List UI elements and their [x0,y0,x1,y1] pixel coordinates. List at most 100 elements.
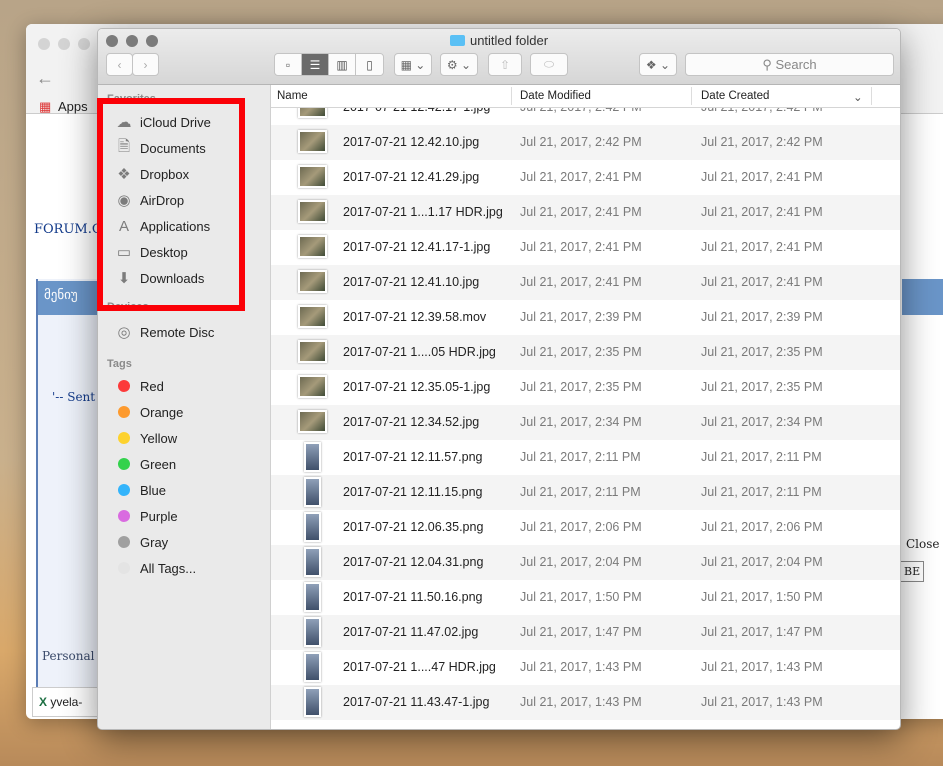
file-date-created: Jul 21, 2017, 2:11 PM [701,485,822,499]
back-button[interactable]: ‹ [106,53,133,76]
forward-button[interactable]: › [132,53,159,76]
tag-color-dot-icon [114,455,134,473]
file-row[interactable]: 2017-07-21 12.41.29.jpg Jul 21, 2017, 2:4… [271,160,900,195]
file-thumbnail-icon [304,582,321,612]
file-date-modified: Jul 21, 2017, 2:04 PM [520,555,642,569]
coverflow-view-button[interactable]: ▯ [356,54,383,75]
browser-zoom-button[interactable] [78,38,90,50]
sidebar-tag-red[interactable]: Red [114,376,164,396]
file-name: 2017-07-21 1....47 HDR.jpg [343,660,496,674]
file-date-modified: Jul 21, 2017, 2:42 PM [520,135,642,149]
bookmark-apps[interactable]: Apps [58,99,88,114]
file-row[interactable]: 2017-07-21 12.42.10.jpg Jul 21, 2017, 2:4… [271,125,900,160]
file-date-modified: Jul 21, 2017, 2:41 PM [520,205,642,219]
download-item[interactable]: X yvela- [32,687,102,717]
tag-color-dot-icon [114,507,134,525]
column-date-created[interactable]: Date Created [701,90,769,102]
column-divider[interactable] [511,87,512,105]
edit-tags-button[interactable]: ⬭ [530,53,568,76]
file-date-created: Jul 21, 2017, 2:41 PM [701,275,823,289]
action-gear-button[interactable]: ⚙ ⌄ [440,53,478,76]
tag-color-dot-icon [114,533,134,551]
file-date-modified: Jul 21, 2017, 2:11 PM [520,485,641,499]
file-thumbnail-icon [298,130,327,153]
back-arrow-icon[interactable]: ← [36,68,54,89]
file-thumbnail-icon [298,375,327,398]
browser-close-button[interactable] [38,38,50,50]
tags-header: Tags [107,358,132,370]
sidebar-item-remote-disc[interactable]: ◎ Remote Disc [114,322,214,342]
file-row[interactable]: 2017-07-21 12.41.17-1.jpg Jul 21, 2017, 2… [271,230,900,265]
file-name: 2017-07-21 12.41.10.jpg [343,275,480,289]
title-bar: untitled folder ‹ › ▫ ☰ ▥ ▯ ▦ ⌄ ⚙ ⌄ ⇧ ⬭ … [98,29,900,85]
column-date-modified[interactable]: Date Modified [520,90,591,102]
list-view-button[interactable]: ☰ [302,54,329,75]
column-divider[interactable] [871,87,872,105]
file-date-modified: Jul 21, 2017, 2:41 PM [520,240,642,254]
sidebar-tag-purple[interactable]: Purple [114,506,178,526]
be-button[interactable]: BE [900,561,925,582]
file-date-modified: Jul 21, 2017, 1:43 PM [520,660,642,674]
file-thumbnail-icon [304,477,321,507]
file-row[interactable]: 2017-07-21 12.42.17-1.jpg Jul 21, 2017, 2… [271,108,900,125]
sidebar-item-label: All Tags... [140,560,197,576]
file-row[interactable]: 2017-07-21 11.50.16.png Jul 21, 2017, 1:5… [271,580,900,615]
icon-view-button[interactable]: ▫ [275,54,302,75]
sidebar-tag-blue[interactable]: Blue [114,480,166,500]
sort-chevron-icon[interactable]: ⌄ [853,90,863,104]
search-field[interactable]: ⚲ Search [685,53,894,76]
column-divider[interactable] [691,87,692,105]
tag-color-dot-icon [114,481,134,499]
file-thumbnail-icon [298,108,327,118]
tag-color-dot-icon [114,559,134,577]
share-button[interactable]: ⇧ [488,53,522,76]
file-row[interactable]: 2017-07-21 12.41.10.jpg Jul 21, 2017, 2:4… [271,265,900,300]
file-row[interactable]: 2017-07-21 1...1.17 HDR.jpg Jul 21, 2017,… [271,195,900,230]
file-row[interactable]: 2017-07-21 11.47.02.jpg Jul 21, 2017, 1:4… [271,615,900,650]
file-date-modified: Jul 21, 2017, 2:39 PM [520,310,642,324]
forum-link[interactable]: FORUM.G [34,222,102,237]
sidebar-item-label: Yellow [140,430,178,446]
close-link[interactable]: Close a [906,537,943,551]
file-row[interactable]: 2017-07-21 12.04.31.png Jul 21, 2017, 2:0… [271,545,900,580]
file-row[interactable]: 2017-07-21 12.35.05-1.jpg Jul 21, 2017, 2… [271,370,900,405]
file-date-modified: Jul 21, 2017, 2:06 PM [520,520,642,534]
file-row[interactable]: 2017-07-21 12.11.57.png Jul 21, 2017, 2:1… [271,440,900,475]
sent-item[interactable]: '-- Sent [52,390,95,404]
file-row[interactable]: 2017-07-21 12.11.15.png Jul 21, 2017, 2:1… [271,475,900,510]
file-date-modified: Jul 21, 2017, 2:34 PM [520,415,642,429]
excel-icon: X [39,695,51,709]
sidebar-tag-orange[interactable]: Orange [114,402,183,422]
favorites-highlight-box [97,98,245,311]
sidebar-tag-yellow[interactable]: Yellow [114,428,177,448]
file-name: 2017-07-21 12.35.05-1.jpg [343,380,491,394]
disc-icon: ◎ [117,324,131,341]
browser-minimize-button[interactable] [58,38,70,50]
sidebar-item-label: Remote Disc [140,324,215,340]
file-name: 2017-07-21 12.34.52.jpg [343,415,480,429]
file-thumbnail-icon [298,410,327,433]
file-row[interactable]: 2017-07-21 11.43.47-1.jpg Jul 21, 2017, 1… [271,685,900,720]
file-row[interactable]: 2017-07-21 12.34.52.jpg Jul 21, 2017, 2:3… [271,405,900,440]
menu-bar-right [902,279,943,315]
sidebar-tag-alltags[interactable]: All Tags... [114,558,196,578]
file-row[interactable]: 2017-07-21 12.39.58.mov Jul 21, 2017, 2:3… [271,300,900,335]
file-row[interactable]: 2017-07-21 1....05 HDR.jpg Jul 21, 2017, … [271,335,900,370]
column-name[interactable]: Name [277,90,308,102]
file-thumbnail-icon [298,235,327,258]
file-date-modified: Jul 21, 2017, 1:50 PM [520,590,642,604]
dropbox-toolbar-button[interactable]: ❖ ⌄ [639,53,677,76]
file-date-created: Jul 21, 2017, 1:50 PM [701,590,823,604]
column-view-button[interactable]: ▥ [329,54,356,75]
file-date-created: Jul 21, 2017, 2:41 PM [701,240,823,254]
file-name: 2017-07-21 1...1.17 HDR.jpg [343,205,503,219]
search-icon: ⚲ [762,56,776,72]
tag-color-dot-icon [114,377,134,395]
file-thumbnail-icon [304,617,321,647]
apps-grid-icon: ▦ [39,99,52,114]
sidebar-tag-gray[interactable]: Gray [114,532,168,552]
file-row[interactable]: 2017-07-21 1....47 HDR.jpg Jul 21, 2017, … [271,650,900,685]
sidebar-tag-green[interactable]: Green [114,454,176,474]
file-row[interactable]: 2017-07-21 12.06.35.png Jul 21, 2017, 2:0… [271,510,900,545]
arrange-button[interactable]: ▦ ⌄ [394,53,432,76]
